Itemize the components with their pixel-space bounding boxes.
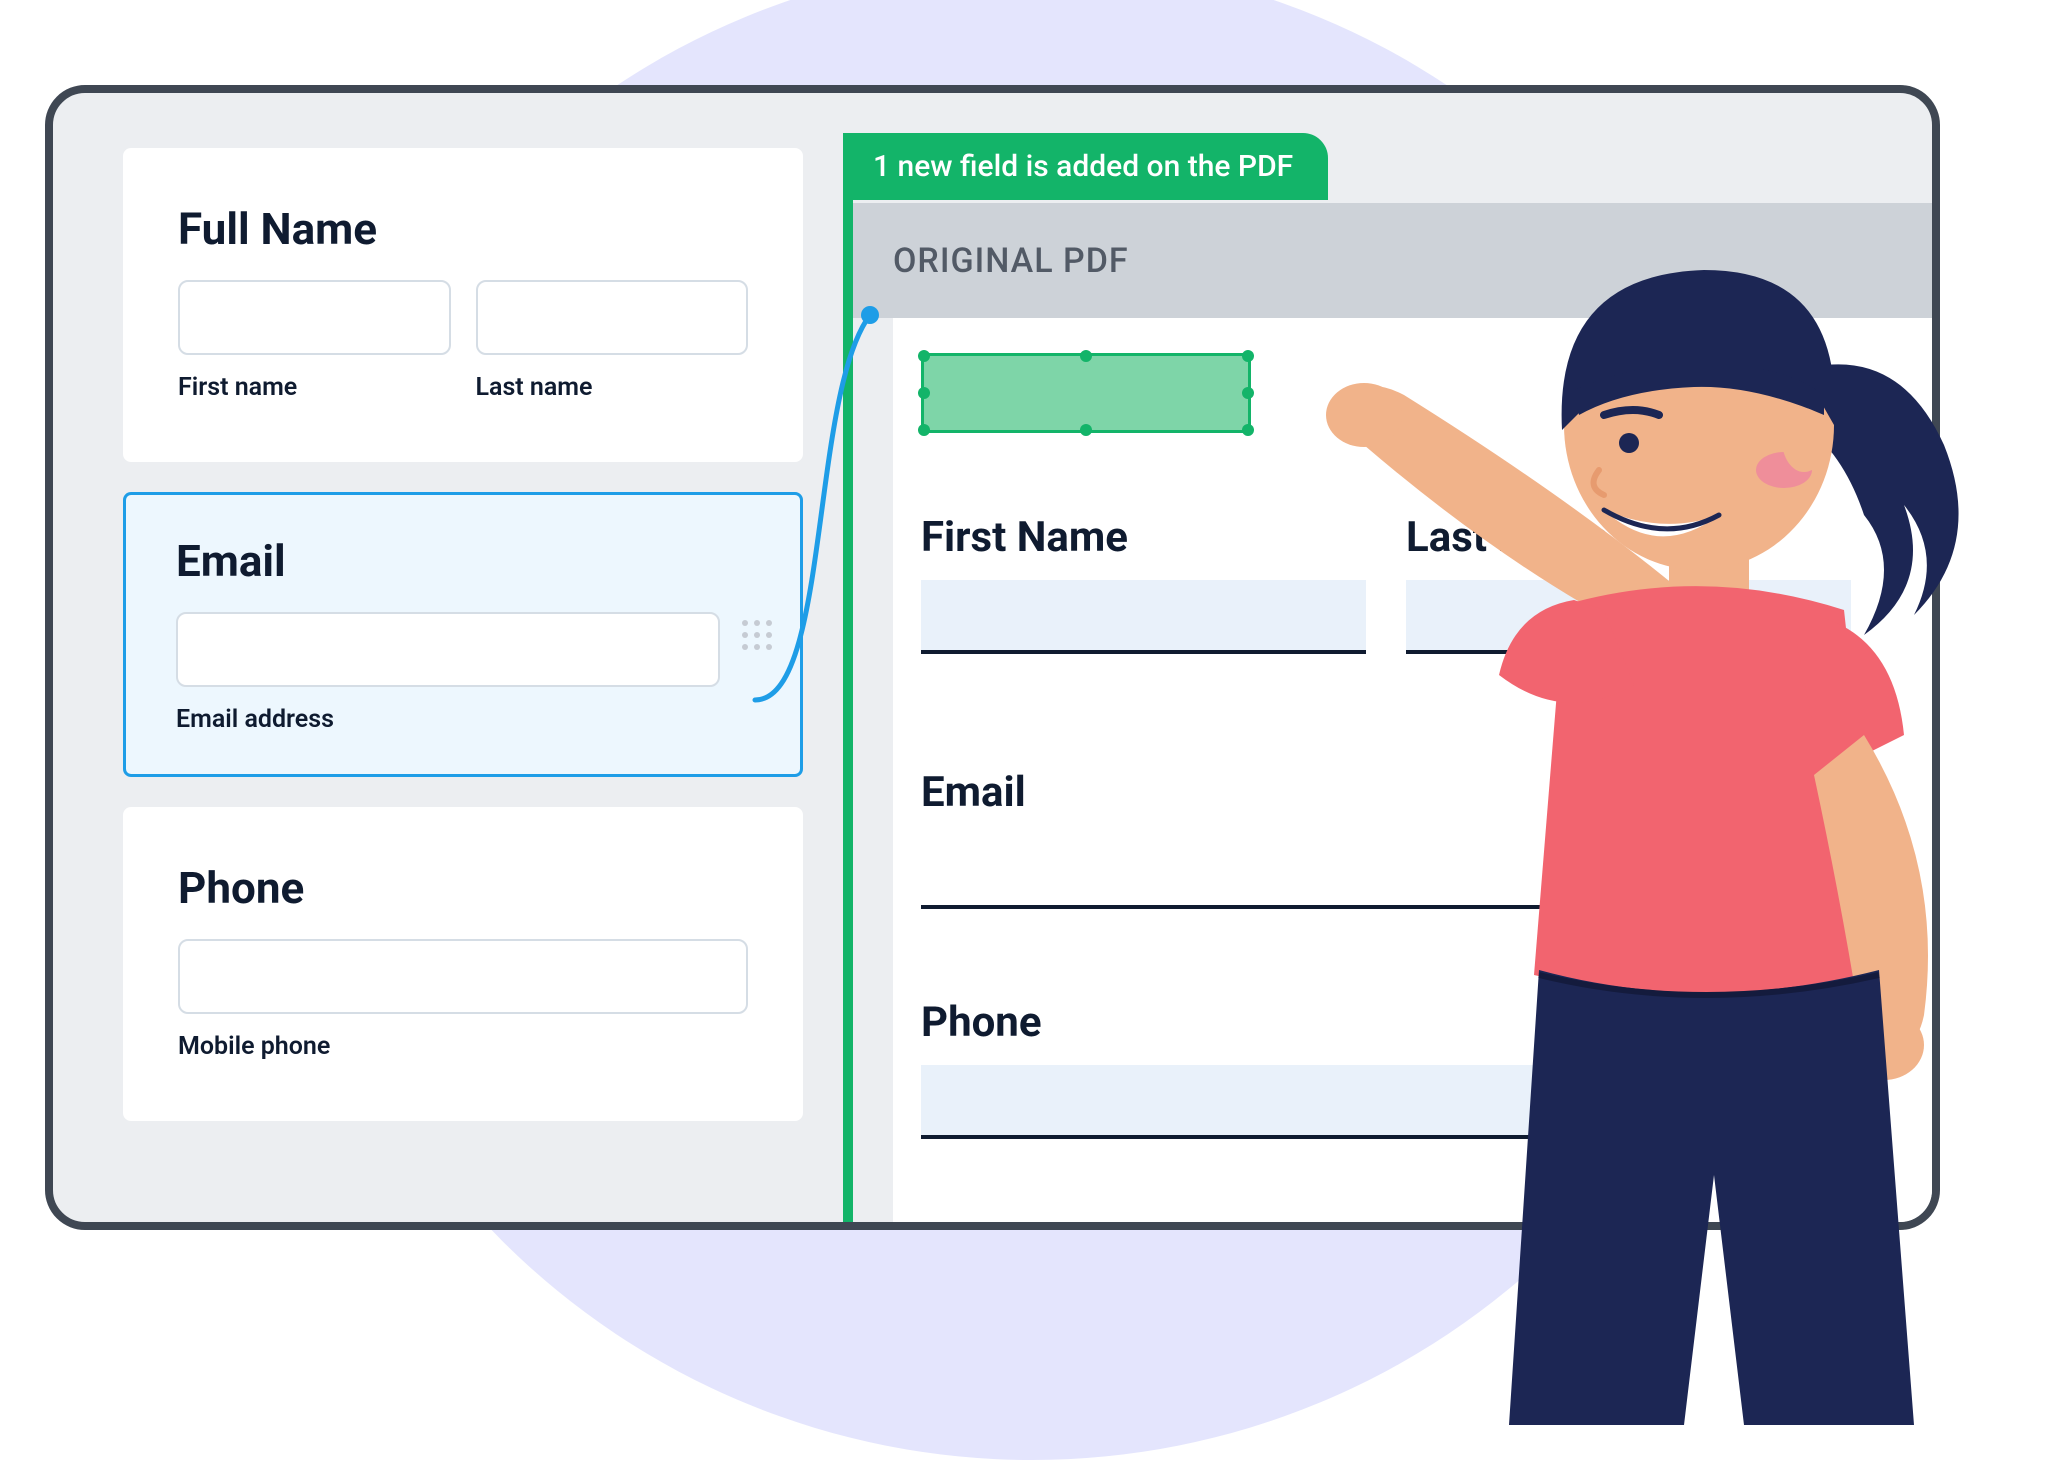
pdf-email-field[interactable] bbox=[921, 835, 1851, 905]
notification-tab: 1 new field is added on the PDF bbox=[843, 133, 1328, 200]
field-card-email[interactable]: Email Email address bbox=[123, 492, 803, 777]
phone-input[interactable] bbox=[178, 939, 748, 1014]
field-card-fullname[interactable]: Full Name First name Last name bbox=[123, 148, 803, 462]
field-title-email: Email bbox=[176, 535, 720, 587]
pdf-header-bar: ORIGINAL PDF bbox=[853, 203, 1940, 318]
new-pdf-field[interactable] bbox=[921, 353, 1251, 433]
first-name-input[interactable] bbox=[178, 280, 451, 355]
phone-label: Mobile phone bbox=[178, 1032, 748, 1061]
email-label: Email address bbox=[176, 705, 720, 734]
field-card-phone[interactable]: Phone Mobile phone bbox=[123, 807, 803, 1121]
last-name-input[interactable] bbox=[476, 280, 749, 355]
field-title-fullname: Full Name bbox=[178, 203, 748, 255]
last-name-label: Last name bbox=[476, 373, 749, 402]
field-title-phone: Phone bbox=[178, 862, 748, 914]
pdf-header-text: ORIGINAL PDF bbox=[893, 241, 1129, 281]
pdf-firstname-label: First Name bbox=[921, 513, 1366, 562]
form-builder-panel: Full Name First name Last name Email Ema… bbox=[123, 148, 803, 1151]
pdf-firstname-field[interactable] bbox=[921, 580, 1366, 650]
pdf-phone-label: Phone bbox=[921, 998, 1851, 1047]
pdf-document: First Name Last Name Email Phone bbox=[893, 318, 1940, 1230]
email-input[interactable] bbox=[176, 612, 720, 687]
drag-handle-icon[interactable] bbox=[742, 620, 772, 650]
pdf-preview-panel: 1 new field is added on the PDF ORIGINAL… bbox=[843, 133, 1940, 1230]
pdf-lastname-label: Last Name bbox=[1406, 513, 1851, 562]
app-window: Full Name First name Last name Email Ema… bbox=[45, 85, 1940, 1230]
pdf-email-label: Email bbox=[921, 768, 1851, 817]
first-name-label: First name bbox=[178, 373, 451, 402]
pdf-phone-field[interactable] bbox=[921, 1065, 1851, 1135]
pdf-lastname-field[interactable] bbox=[1406, 580, 1851, 650]
